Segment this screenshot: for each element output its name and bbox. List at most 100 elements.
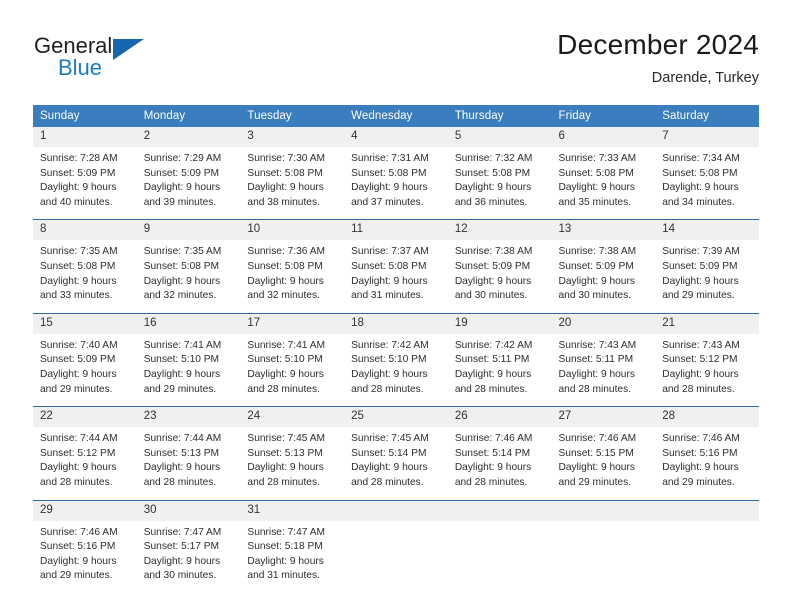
day-number (551, 500, 656, 521)
sunrise-text: Sunrise: 7:28 AM (40, 153, 118, 164)
day-details: Sunrise: 7:44 AM Sunset: 5:12 PM Daylight:… (33, 427, 137, 499)
sunset-text: Sunset: 5:11 PM (454, 354, 530, 366)
daylight-text-line2: and 29 minutes. (662, 290, 735, 302)
day-details: Sunrise: 7:46 AM Sunset: 5:14 PM Daylight:… (448, 427, 552, 499)
daylight-text-line2: and 32 minutes. (247, 290, 320, 302)
sunset-text: Sunset: 5:10 PM (351, 354, 427, 366)
calendar-day-cell[interactable]: 12 Sunrise: 7:38 AM Sunset: 5:09 PM Dayligh… (447, 219, 552, 314)
sunset-text: Sunset: 5:12 PM (40, 447, 116, 459)
sunset-text: Sunset: 5:13 PM (143, 447, 220, 459)
calendar-day-cell[interactable]: 6 Sunrise: 7:33 AM Sunset: 5:08 PM Daylight… (551, 127, 656, 220)
calendar-day-cell[interactable]: 21 Sunrise: 7:43 AM Sunset: 5:12 PM Dayligh… (655, 312, 759, 407)
sunset-text: Sunset: 5:08 PM (351, 167, 427, 179)
sunset-text: Sunset: 5:09 PM (662, 260, 738, 272)
daylight-text-line2: and 28 minutes. (247, 476, 320, 488)
sunrise-text: Sunrise: 7:38 AM (454, 246, 533, 258)
calendar-day-cell[interactable]: 17 Sunrise: 7:41 AM Sunset: 5:10 PM Dayligh… (240, 312, 345, 407)
calendar-day-cell[interactable]: 1 Sunrise: 7:28 AM Sunset: 5:09 PM Daylight… (33, 127, 137, 220)
day-number: 9 (136, 220, 241, 241)
day-number (447, 500, 552, 521)
calendar-day-cell[interactable]: 2 Sunrise: 7:29 AM Sunset: 5:09 PM Daylight… (136, 127, 241, 220)
sunrise-text: Sunrise: 7:43 AM (662, 339, 740, 351)
daylight-text-line2: and 32 minutes. (143, 290, 217, 302)
weekday-header-friday: Friday (551, 105, 656, 127)
day-details: Sunrise: 7:39 AM Sunset: 5:09 PM Daylight:… (655, 240, 759, 312)
day-details: Sunrise: 7:30 AM Sunset: 5:08 PM Daylight:… (240, 147, 344, 219)
day-details: Sunrise: 7:28 AM Sunset: 5:09 PM Daylight:… (33, 147, 137, 219)
calendar-day-cell[interactable]: 7 Sunrise: 7:34 AM Sunset: 5:08 PM Daylight… (655, 127, 759, 220)
calendar-day-cell[interactable]: 22 Sunrise: 7:44 AM Sunset: 5:12 PM Dayligh… (33, 406, 137, 500)
daylight-text-line2: and 34 minutes. (662, 196, 735, 208)
calendar-day-cell[interactable]: 25 Sunrise: 7:45 AM Sunset: 5:14 PM Dayligh… (344, 406, 448, 500)
weekday-header-tuesday: Tuesday (240, 105, 345, 127)
sunrise-text: Sunrise: 7:44 AM (40, 433, 118, 445)
sunset-text: Sunset: 5:17 PM (143, 541, 220, 553)
calendar-day-cell[interactable]: 28 Sunrise: 7:46 AM Sunset: 5:16 PM Dayligh… (655, 406, 759, 500)
sunset-text: Sunset: 5:10 PM (143, 354, 220, 366)
calendar-day-cell[interactable]: 31 Sunrise: 7:47 AM Sunset: 5:18 PM Dayligh… (240, 499, 345, 593)
calendar-day-cell[interactable]: 8 Sunrise: 7:35 AM Sunset: 5:08 PM Daylight… (33, 219, 137, 314)
day-details: Sunrise: 7:44 AM Sunset: 5:13 PM Daylight:… (137, 427, 241, 499)
calendar-day-cell[interactable]: 26 Sunrise: 7:46 AM Sunset: 5:14 PM Dayligh… (447, 406, 552, 500)
calendar-day-cell[interactable]: 16 Sunrise: 7:41 AM Sunset: 5:10 PM Dayligh… (136, 312, 241, 407)
calendar-day-cell[interactable]: 11 Sunrise: 7:37 AM Sunset: 5:08 PM Dayligh… (344, 219, 448, 314)
day-details (448, 521, 552, 579)
calendar-day-cell[interactable]: 27 Sunrise: 7:46 AM Sunset: 5:15 PM Dayligh… (551, 406, 656, 500)
daylight-text-line2: and 28 minutes. (143, 476, 217, 488)
calendar-day-cell[interactable]: 18 Sunrise: 7:42 AM Sunset: 5:10 PM Dayligh… (344, 312, 448, 407)
sunrise-text: Sunrise: 7:46 AM (40, 526, 118, 538)
calendar-week-row: 8 Sunrise: 7:35 AM Sunset: 5:08 PM Daylight… (33, 219, 759, 314)
day-details (655, 521, 759, 579)
sunset-text: Sunset: 5:09 PM (40, 167, 116, 179)
calendar-week-row: 22 Sunrise: 7:44 AM Sunset: 5:12 PM Dayligh… (33, 406, 759, 500)
calendar-day-cell[interactable]: 24 Sunrise: 7:45 AM Sunset: 5:13 PM Dayligh… (240, 406, 345, 500)
day-number: 17 (240, 313, 345, 334)
day-details: Sunrise: 7:42 AM Sunset: 5:11 PM Daylight:… (448, 334, 552, 406)
day-number: 16 (136, 313, 241, 334)
sunset-text: Sunset: 5:08 PM (454, 167, 531, 179)
calendar-day-cell[interactable]: 10 Sunrise: 7:36 AM Sunset: 5:08 PM Dayligh… (240, 219, 345, 314)
day-details: Sunrise: 7:35 AM Sunset: 5:08 PM Daylight:… (137, 240, 241, 312)
calendar-day-cell[interactable]: 15 Sunrise: 7:40 AM Sunset: 5:09 PM Dayligh… (33, 312, 137, 407)
day-number: 12 (447, 220, 552, 241)
weekday-header-thursday: Thursday (447, 105, 552, 127)
calendar-day-cell[interactable]: 23 Sunrise: 7:44 AM Sunset: 5:13 PM Dayligh… (136, 406, 241, 500)
day-details: Sunrise: 7:46 AM Sunset: 5:15 PM Daylight:… (552, 427, 656, 499)
sunrise-text: Sunrise: 7:47 AM (143, 526, 222, 538)
calendar-day-cell-empty (655, 499, 759, 593)
day-number: 11 (344, 220, 448, 241)
sunrise-text: Sunrise: 7:47 AM (247, 526, 325, 538)
day-details: Sunrise: 7:29 AM Sunset: 5:09 PM Daylight:… (137, 147, 241, 219)
calendar-day-cell[interactable]: 20 Sunrise: 7:43 AM Sunset: 5:11 PM Dayligh… (551, 312, 656, 407)
calendar-day-cell[interactable]: 3 Sunrise: 7:30 AM Sunset: 5:08 PM Daylight… (240, 127, 345, 220)
daylight-text-line2: and 28 minutes. (351, 476, 424, 488)
daylight-text-line2: and 29 minutes. (558, 476, 632, 488)
day-number: 6 (551, 127, 656, 147)
sunrise-text: Sunrise: 7:45 AM (351, 433, 429, 445)
day-number: 3 (240, 127, 345, 147)
calendar-day-cell[interactable]: 30 Sunrise: 7:47 AM Sunset: 5:17 PM Dayligh… (136, 499, 241, 593)
sunset-text: Sunset: 5:09 PM (40, 354, 116, 366)
sunrise-text: Sunrise: 7:42 AM (454, 339, 533, 351)
day-details: Sunrise: 7:47 AM Sunset: 5:17 PM Daylight:… (137, 521, 241, 593)
calendar-day-cell[interactable]: 4 Sunrise: 7:31 AM Sunset: 5:08 PM Daylight… (344, 127, 448, 220)
day-number: 26 (447, 407, 552, 428)
sunset-text: Sunset: 5:11 PM (558, 354, 634, 366)
sunrise-text: Sunrise: 7:40 AM (40, 339, 118, 351)
day-details: Sunrise: 7:32 AM Sunset: 5:08 PM Daylight:… (448, 147, 552, 219)
daylight-text-line1: Daylight: 9 hours (247, 462, 324, 474)
calendar-day-cell[interactable]: 9 Sunrise: 7:35 AM Sunset: 5:08 PM Daylight… (136, 219, 241, 314)
day-details: Sunrise: 7:43 AM Sunset: 5:11 PM Daylight:… (552, 334, 656, 406)
calendar-day-cell[interactable]: 5 Sunrise: 7:32 AM Sunset: 5:08 PM Daylight… (447, 127, 552, 220)
weekday-header-wednesday: Wednesday (344, 105, 448, 127)
calendar-day-cell[interactable]: 13 Sunrise: 7:38 AM Sunset: 5:09 PM Dayligh… (551, 219, 656, 314)
day-number: 22 (33, 407, 137, 428)
sunrise-text: Sunrise: 7:44 AM (143, 433, 222, 445)
sunset-text: Sunset: 5:08 PM (662, 167, 738, 179)
sunset-text: Sunset: 5:08 PM (247, 260, 323, 272)
calendar-day-cell[interactable]: 14 Sunrise: 7:39 AM Sunset: 5:09 PM Dayligh… (655, 219, 759, 314)
calendar-day-cell[interactable]: 29 Sunrise: 7:46 AM Sunset: 5:16 PM Dayligh… (33, 499, 137, 593)
calendar-day-cell[interactable]: 19 Sunrise: 7:42 AM Sunset: 5:11 PM Dayligh… (447, 312, 552, 407)
sunset-text: Sunset: 5:10 PM (247, 354, 323, 366)
daylight-text-line2: and 30 minutes. (558, 290, 632, 302)
